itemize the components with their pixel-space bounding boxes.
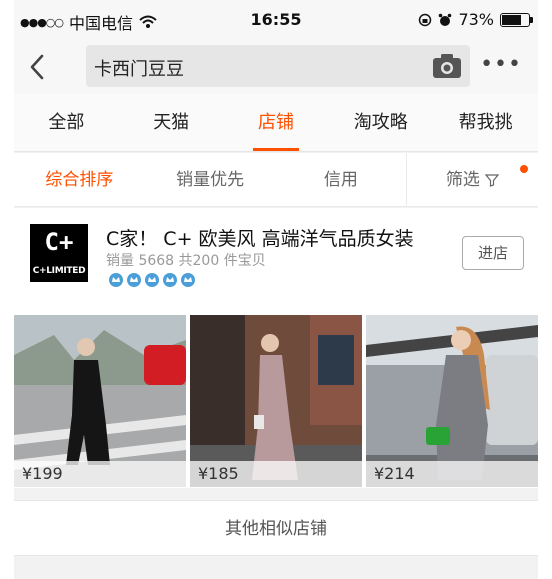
app-screen: ●●●○○ 中国电信 16:55 73% 卡西门豆豆 ••• 全部 天猫 店铺 …	[14, 0, 538, 579]
crown-badge-icon	[181, 273, 195, 287]
sort-credit[interactable]: 信用	[276, 153, 407, 206]
chevron-left-icon	[30, 54, 44, 80]
shop-stats: 销量 5668 共200 件宝贝	[106, 253, 266, 269]
shop-name[interactable]: C家！ C+ 欧美风 高端洋气品质女装	[106, 224, 414, 251]
crown-badge-icon	[127, 273, 141, 287]
status-right: 73%	[418, 10, 533, 29]
battery-icon	[500, 12, 533, 27]
filter-icon	[485, 174, 500, 187]
enter-shop-button[interactable]: 进店	[462, 236, 524, 270]
filter-button[interactable]: 筛选	[406, 153, 538, 206]
filter-label: 筛选	[445, 170, 480, 190]
product-card[interactable]: ¥199	[14, 315, 186, 487]
more-button[interactable]: •••	[480, 52, 522, 77]
crown-badge-icon	[145, 273, 159, 287]
tab-all[interactable]: 全部	[14, 94, 119, 151]
tab-help-me-pick[interactable]: 帮我挑	[433, 94, 538, 151]
shop-logo-text: C+LIMITED	[32, 266, 86, 276]
similar-shops-button[interactable]: 其他相似店铺	[14, 500, 538, 556]
crown-badge-icon	[163, 273, 177, 287]
sort-comprehensive[interactable]: 综合排序	[14, 153, 145, 206]
shop-rating-badges	[108, 272, 196, 288]
tab-tmall[interactable]: 天猫	[119, 94, 224, 151]
alarm-icon	[439, 13, 452, 26]
sort-bar: 综合排序 销量优先 信用 筛选	[14, 153, 538, 207]
category-tabs: 全部 天猫 店铺 淘攻略 帮我挑	[14, 94, 538, 152]
product-card[interactable]: ¥214	[366, 315, 538, 487]
search-header: 卡西门豆豆 •••	[14, 40, 538, 94]
shop-logo[interactable]: C+ C+LIMITED	[30, 224, 88, 282]
battery-percent: 73%	[458, 10, 494, 29]
camera-icon[interactable]	[432, 53, 462, 79]
tab-guides[interactable]: 淘攻略	[328, 94, 433, 151]
search-query: 卡西门豆豆	[94, 59, 184, 80]
shop-logo-mark: C+	[44, 228, 74, 256]
rotation-lock-icon	[419, 13, 432, 26]
sort-sales[interactable]: 销量优先	[145, 153, 276, 206]
search-input[interactable]: 卡西门豆豆	[86, 45, 470, 87]
crown-badge-icon	[109, 273, 123, 287]
back-button[interactable]	[26, 50, 56, 84]
filter-notification-dot	[520, 165, 528, 173]
tab-shops[interactable]: 店铺	[224, 94, 329, 151]
product-price: ¥199	[14, 461, 186, 487]
product-card[interactable]: ¥185	[190, 315, 362, 487]
product-price: ¥185	[190, 461, 362, 487]
product-row: ¥199 ¥185 ¥214	[14, 315, 538, 487]
shop-card[interactable]: C+ C+LIMITED C家！ C+ 欧美风 高端洋气品质女装 销量 5668…	[14, 208, 538, 488]
status-bar: ●●●○○ 中国电信 16:55 73%	[14, 0, 538, 40]
product-price: ¥214	[366, 461, 538, 487]
